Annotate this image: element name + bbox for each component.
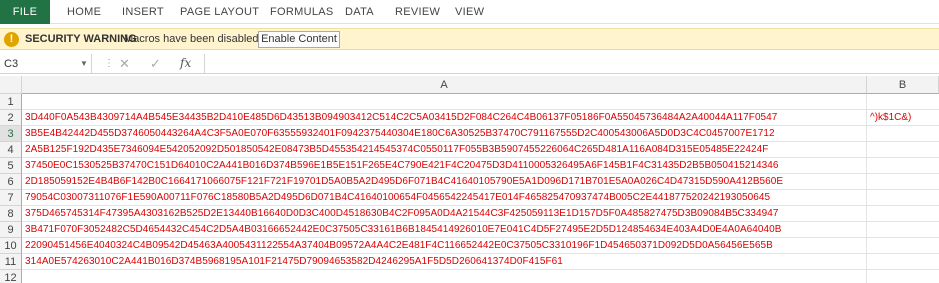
- cell-a[interactable]: 314A0E574263010C2A441B016D374B5968195A10…: [22, 254, 867, 270]
- sheet-row: 7 79054C03007311076F1E590A00711F076C18580…: [0, 190, 939, 206]
- sheet-row: 6 2D185059152E4B4B6F142B0C1664171066075F1…: [0, 174, 939, 190]
- formula-bar: C3 ▼ ⋮ ✕ ✓ fx: [0, 54, 939, 74]
- sheet-row: 2 3D440F0A543B4309714A4B545E34435B2D410E4…: [0, 110, 939, 126]
- row-header[interactable]: 6: [0, 174, 22, 190]
- cell-a[interactable]: 37450E0C1530525B37470C151D64010C2A441B01…: [22, 158, 867, 174]
- cell-a[interactable]: 2A5B125F192D435E7346094E542052092D501850…: [22, 142, 867, 158]
- cell-a[interactable]: 3D440F0A543B4309714A4B545E34435B2D410E48…: [22, 110, 867, 126]
- tab-insert[interactable]: INSERT: [122, 0, 164, 24]
- security-warning-message: Macros have been disabled.: [124, 33, 262, 45]
- cell-a[interactable]: 375D465745314F47395A4303162B525D2E13440B…: [22, 206, 867, 222]
- row-header[interactable]: 9: [0, 222, 22, 238]
- row-header[interactable]: 5: [0, 158, 22, 174]
- cell-b[interactable]: [867, 206, 939, 222]
- tab-home[interactable]: HOME: [67, 0, 101, 24]
- ribbon-tabs: FILE HOME INSERT PAGE LAYOUT FORMULAS DA…: [0, 0, 939, 24]
- sheet-row: 8 375D465745314F47395A4303162B525D2E13440…: [0, 206, 939, 222]
- tab-review[interactable]: REVIEW: [395, 0, 440, 24]
- row-header[interactable]: 4: [0, 142, 22, 158]
- sheet-row: 5 37450E0C1530525B37470C151D64010C2A441B0…: [0, 158, 939, 174]
- tab-file[interactable]: FILE: [0, 0, 50, 24]
- cell-b[interactable]: [867, 254, 939, 270]
- column-header-b[interactable]: B: [867, 76, 939, 94]
- cell-b[interactable]: [867, 238, 939, 254]
- row-header[interactable]: 3: [0, 126, 22, 142]
- cell-b[interactable]: [867, 94, 939, 110]
- sheet-row: 9 3B471F070F3052482C5D4654432C454C2D5A4B0…: [0, 222, 939, 238]
- cell-a[interactable]: 2D185059152E4B4B6F142B0C1664171066075F12…: [22, 174, 867, 190]
- check-icon[interactable]: ✓: [150, 56, 161, 72]
- tab-formulas[interactable]: FORMULAS: [270, 0, 334, 24]
- cell-b[interactable]: [867, 142, 939, 158]
- row-header[interactable]: 2: [0, 110, 22, 126]
- spreadsheet-grid: A B 1 2 3D440F0A543B4309714A4B545E34435B2D…: [0, 76, 939, 283]
- row-header[interactable]: 8: [0, 206, 22, 222]
- sheet-row: 3 3B5E4B42442D455D3746050443264A4C3F5A0E0…: [0, 126, 939, 142]
- sheet-row: 1: [0, 94, 939, 110]
- cell-b[interactable]: [867, 158, 939, 174]
- cell-b[interactable]: [867, 222, 939, 238]
- drag-handle-icon[interactable]: ⋮: [104, 58, 114, 69]
- row-header[interactable]: 10: [0, 238, 22, 254]
- security-warning-bar: ! SECURITY WARNING Macros have been disa…: [0, 28, 939, 50]
- cell-b[interactable]: [867, 126, 939, 142]
- row-header[interactable]: 7: [0, 190, 22, 206]
- chevron-down-icon[interactable]: ▼: [80, 54, 88, 74]
- tab-data[interactable]: DATA: [345, 0, 374, 24]
- cell-b[interactable]: ^)k$1C&): [867, 110, 939, 126]
- security-warning-title: SECURITY WARNING: [25, 33, 137, 45]
- select-all-corner[interactable]: [0, 76, 22, 94]
- cell-b[interactable]: [867, 190, 939, 206]
- sheet-row: 10 22090451456E4040324C4B09542D45463A4005…: [0, 238, 939, 254]
- row-header[interactable]: 1: [0, 94, 22, 110]
- cell-a[interactable]: [22, 270, 867, 283]
- cell-a[interactable]: 22090451456E4040324C4B09542D45463A400543…: [22, 238, 867, 254]
- row-header[interactable]: 12: [0, 270, 22, 283]
- cell-b[interactable]: [867, 174, 939, 190]
- sheet-row: 11 314A0E574263010C2A441B016D374B5968195A…: [0, 254, 939, 270]
- cell-a[interactable]: 3B471F070F3052482C5D4654432C454C2D5A4B03…: [22, 222, 867, 238]
- sheet-row: 4 2A5B125F192D435E7346094E542052092D50185…: [0, 142, 939, 158]
- row-header[interactable]: 11: [0, 254, 22, 270]
- enable-content-button[interactable]: Enable Content: [258, 31, 340, 48]
- cancel-icon[interactable]: ✕: [119, 56, 130, 72]
- cell-b[interactable]: [867, 270, 939, 283]
- cell-a[interactable]: 3B5E4B42442D455D3746050443264A4C3F5A0E07…: [22, 126, 867, 142]
- sheet-row: 12: [0, 270, 939, 283]
- tab-view[interactable]: VIEW: [455, 0, 484, 24]
- column-header-a[interactable]: A: [22, 76, 867, 94]
- warning-icon: !: [4, 32, 19, 47]
- cell-a[interactable]: [22, 94, 867, 110]
- cell-a[interactable]: 79054C03007311076F1E590A00711F076C18580B…: [22, 190, 867, 206]
- formula-input[interactable]: [204, 54, 939, 74]
- insert-function-icon[interactable]: fx: [180, 56, 191, 70]
- name-box[interactable]: C3: [0, 54, 92, 74]
- tab-page-layout[interactable]: PAGE LAYOUT: [180, 0, 259, 24]
